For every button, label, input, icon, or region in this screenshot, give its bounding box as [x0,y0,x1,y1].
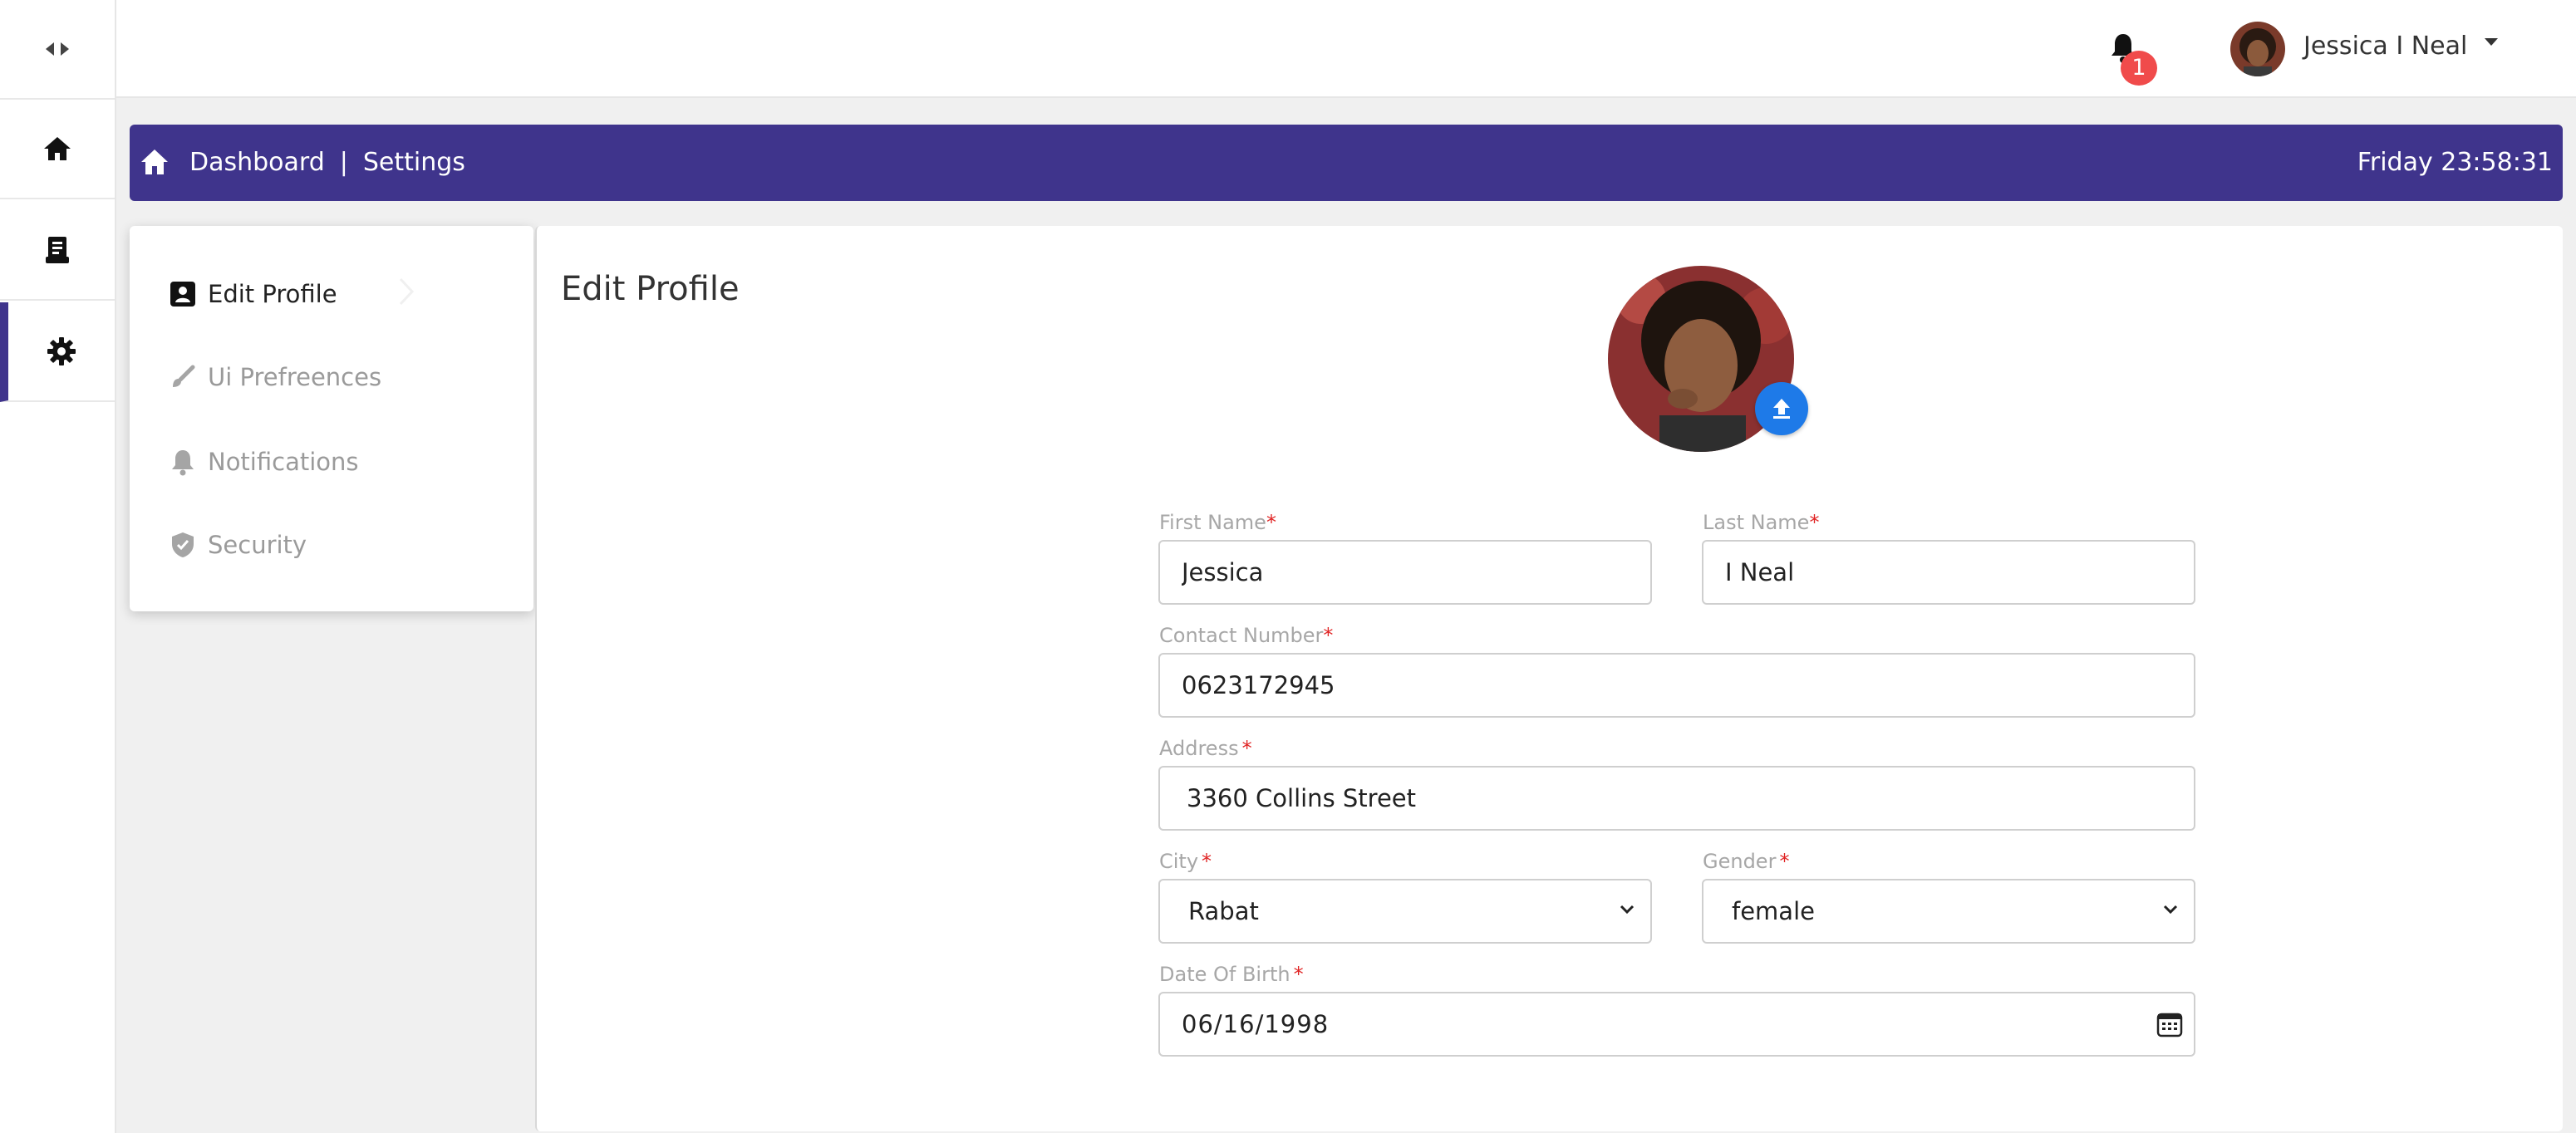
upload-photo-button[interactable] [1755,382,1808,435]
gender-label: Gender * [1703,850,1790,873]
first-name-input[interactable] [1158,540,1652,605]
city-select[interactable]: Rabat [1158,879,1652,944]
left-rail [0,0,116,1133]
date-of-birth-value: 06/16/1998 [1182,1010,1330,1038]
date-time-display: Friday 23:58:31 [2357,148,2553,177]
settings-menu-label: Notifications [208,448,359,476]
settings-menu-label: Ui Prefreences [208,363,382,391]
contact-number-input[interactable] [1158,653,2195,718]
city-selected-value: Rabat [1188,897,1259,925]
breadcrumb: Dashboard | Settings Friday 23:58:31 [130,125,2563,201]
top-bar [116,0,2576,98]
gender-select[interactable]: female [1702,879,2195,944]
settings-menu-item-ui-preferences[interactable]: Ui Prefreences [170,359,381,395]
date-of-birth-input[interactable]: 06/16/1998 [1158,992,2195,1057]
last-name-input[interactable] [1702,540,2195,605]
settings-menu-item-edit-profile[interactable]: Edit Profile [170,276,337,312]
chevron-down-icon[interactable] [2483,37,2500,48]
contact-number-label: Contact Number* [1159,624,1334,647]
document-icon [46,237,69,263]
rail-item-home[interactable] [0,100,115,199]
chevron-down-icon [1620,905,1635,915]
home-icon[interactable] [140,148,170,176]
breadcrumb-current: Settings [362,148,465,177]
rail-item-documents[interactable] [0,201,115,301]
home-icon [44,137,71,160]
upload-icon [1773,399,1790,419]
user-name[interactable]: Jessica I Neal [2303,28,2467,65]
contact-card-icon [170,282,195,307]
rail-item-settings[interactable] [0,302,115,402]
breadcrumb-dashboard-link[interactable]: Dashboard [189,145,325,181]
bell-icon [172,450,194,476]
page-title: Edit Profile [561,270,740,308]
settings-menu-label: Security [208,531,307,559]
first-name-label: First Name* [1159,511,1276,534]
collapse-expand-icon [46,42,69,56]
brush-icon [173,365,195,387]
last-name-label: Last Name* [1703,511,1820,534]
sidebar-toggle-button[interactable] [0,0,115,100]
settings-menu: Edit Profile Ui Prefreences Notification… [130,226,533,611]
address-input[interactable] [1158,766,2195,831]
city-label: City * [1159,850,1212,873]
chevron-down-icon [2163,905,2178,915]
address-label: Address * [1159,737,1252,760]
settings-menu-label: Edit Profile [208,280,337,308]
gear-icon [47,337,76,365]
user-avatar[interactable] [2230,22,2285,76]
shield-icon [172,532,194,557]
chevron-right-icon [399,277,415,306]
settings-menu-item-security[interactable]: Security [170,527,307,563]
notification-count-badge: 1 [2121,51,2157,86]
date-of-birth-label: Date Of Birth * [1159,963,1304,986]
calendar-icon[interactable] [2156,1010,2184,1038]
settings-menu-item-notifications[interactable]: Notifications [170,444,359,480]
gender-selected-value: female [1732,897,1815,925]
breadcrumb-separator: | [339,148,348,177]
